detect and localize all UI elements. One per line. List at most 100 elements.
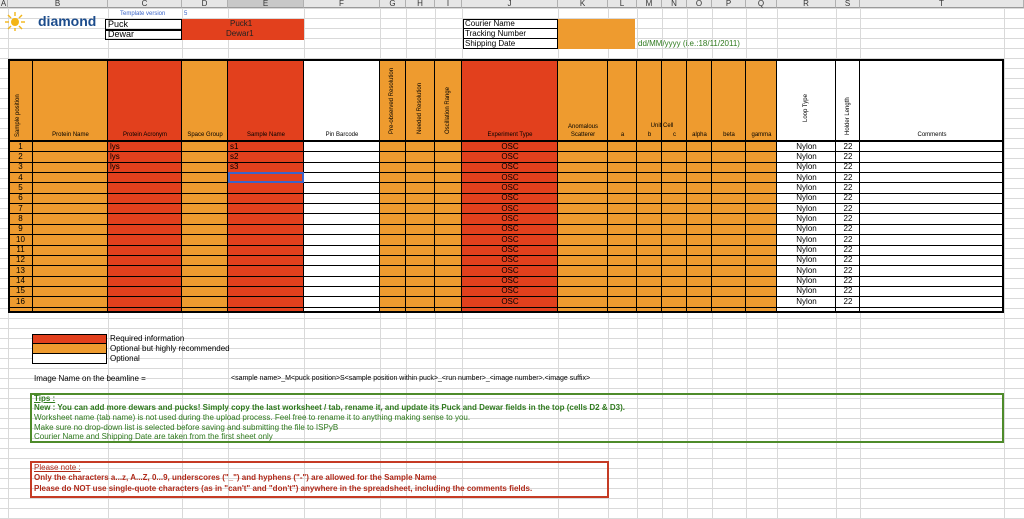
cell-protein-acronym[interactable]: lys [110, 162, 180, 171]
cell-experiment-type[interactable]: OSC [462, 276, 558, 285]
column-header-g[interactable]: G [380, 0, 406, 8]
header-gamma: gamma [751, 132, 772, 138]
cell-experiment-type[interactable]: OSC [462, 162, 558, 171]
cell-loop-type[interactable]: Nylon [777, 162, 836, 171]
cell-experiment-type[interactable]: OSC [462, 152, 558, 161]
cell-sample-position[interactable]: 1 [8, 142, 33, 151]
cell-experiment-type[interactable]: OSC [462, 224, 558, 233]
cell-holder-length[interactable]: 22 [836, 245, 860, 254]
column-header-r[interactable]: R [777, 0, 836, 8]
column-header-i[interactable]: I [435, 0, 462, 8]
cell-sample-position[interactable]: 15 [8, 286, 33, 295]
cell-sample-position[interactable]: 3 [8, 162, 33, 171]
cell-loop-type[interactable]: Nylon [777, 204, 836, 213]
cell-experiment-type[interactable]: OSC [462, 204, 558, 213]
cell-protein-acronym[interactable]: lys [110, 152, 180, 161]
header-c: c [673, 132, 676, 138]
courier-value-cell[interactable] [558, 19, 635, 49]
cell-sample-position[interactable]: 10 [8, 235, 33, 244]
cell-experiment-type[interactable]: OSC [462, 193, 558, 202]
cell-sample-name[interactable]: s3 [230, 162, 300, 171]
cell-sample-position[interactable]: 16 [8, 297, 33, 306]
logo-text: diamond [38, 13, 97, 29]
column-header-n[interactable]: N [662, 0, 687, 8]
cell-loop-type[interactable]: Nylon [777, 245, 836, 254]
cell-loop-type[interactable]: Nylon [777, 224, 836, 233]
cell-loop-type[interactable]: Nylon [777, 142, 836, 151]
cell-loop-type[interactable]: Nylon [777, 173, 836, 182]
cell-experiment-type[interactable]: OSC [462, 214, 558, 223]
cell-holder-length[interactable]: 22 [836, 276, 860, 285]
cell-sample-position[interactable]: 9 [8, 224, 33, 233]
column-header-c[interactable]: C [108, 0, 182, 8]
column-header-j[interactable]: J [462, 0, 558, 8]
cell-holder-length[interactable]: 22 [836, 183, 860, 192]
cell-loop-type[interactable]: Nylon [777, 297, 836, 306]
cell-loop-type[interactable]: Nylon [777, 235, 836, 244]
cell-sample-position[interactable]: 13 [8, 266, 33, 275]
cell-sample-position[interactable]: 5 [8, 183, 33, 192]
spreadsheet[interactable]: ABCDEFGHIJKLMNOPQRST diamond Template ve… [0, 0, 1024, 519]
cell-sample-name[interactable]: s2 [230, 152, 300, 161]
cell-sample-position[interactable]: 4 [8, 173, 33, 182]
cell-loop-type[interactable]: Nylon [777, 255, 836, 264]
cell-sample-position[interactable]: 12 [8, 255, 33, 264]
column-header-b[interactable]: B [8, 0, 108, 8]
cell-holder-length[interactable]: 22 [836, 152, 860, 161]
date-hint: dd/MM/yyyy (i.e.:18/11/2011) [638, 39, 740, 48]
cell-holder-length[interactable]: 22 [836, 173, 860, 182]
cell-sample-position[interactable]: 7 [8, 204, 33, 213]
cell-holder-length[interactable]: 22 [836, 193, 860, 202]
cell-sample-position[interactable]: 11 [8, 245, 33, 254]
cell-sample-position[interactable]: 8 [8, 214, 33, 223]
cell-sample-position[interactable]: 14 [8, 276, 33, 285]
column-header-l[interactable]: L [608, 0, 637, 8]
column-header-q[interactable]: Q [746, 0, 777, 8]
cell-loop-type[interactable]: Nylon [777, 276, 836, 285]
cell-holder-length[interactable]: 22 [836, 224, 860, 233]
cell-holder-length[interactable]: 22 [836, 142, 860, 151]
column-header-m[interactable]: M [637, 0, 662, 8]
column-header-k[interactable]: K [558, 0, 608, 8]
column-header-s[interactable]: S [836, 0, 860, 8]
cell-experiment-type[interactable]: OSC [462, 286, 558, 295]
cell-experiment-type[interactable]: OSC [462, 235, 558, 244]
cell-loop-type[interactable]: Nylon [777, 152, 836, 161]
tips-line-2: Worksheet name (tab name) is not used du… [34, 413, 471, 422]
cell-experiment-type[interactable]: OSC [462, 255, 558, 264]
cell-loop-type[interactable]: Nylon [777, 193, 836, 202]
cell-protein-acronym[interactable]: lys [110, 142, 180, 151]
column-header-o[interactable]: O [687, 0, 712, 8]
cell-holder-length[interactable]: 22 [836, 235, 860, 244]
cell-experiment-type[interactable]: OSC [462, 183, 558, 192]
column-header-a[interactable]: A [0, 0, 8, 8]
cell-holder-length[interactable]: 22 [836, 255, 860, 264]
column-header-t[interactable]: T [860, 0, 1024, 8]
cell-sample-name[interactable]: s1 [230, 142, 300, 151]
column-header-d[interactable]: D [182, 0, 228, 8]
cell-experiment-type[interactable]: OSC [462, 297, 558, 306]
cell-holder-length[interactable]: 22 [836, 297, 860, 306]
cell-holder-length[interactable]: 22 [836, 204, 860, 213]
cell-experiment-type[interactable]: OSC [462, 245, 558, 254]
cell-loop-type[interactable]: Nylon [777, 286, 836, 295]
column-header-f[interactable]: F [304, 0, 380, 8]
cell-holder-length[interactable]: 22 [836, 286, 860, 295]
cell-loop-type[interactable]: Nylon [777, 214, 836, 223]
selected-cell[interactable] [228, 172, 304, 184]
cell-experiment-type[interactable]: OSC [462, 142, 558, 151]
cell-holder-length[interactable]: 22 [836, 214, 860, 223]
diamond-sun-icon [5, 12, 25, 31]
cell-experiment-type[interactable]: OSC [462, 266, 558, 275]
cell-experiment-type[interactable]: OSC [462, 173, 558, 182]
cell-holder-length[interactable]: 22 [836, 162, 860, 171]
cell-loop-type[interactable]: Nylon [777, 183, 836, 192]
column-header-h[interactable]: H [406, 0, 435, 8]
column-header-e[interactable]: E [228, 0, 304, 8]
cell-holder-length[interactable]: 22 [836, 266, 860, 275]
cell-sample-position[interactable]: 2 [8, 152, 33, 161]
cell-sample-position[interactable]: 6 [8, 193, 33, 202]
column-header-p[interactable]: P [712, 0, 746, 8]
cell-loop-type[interactable]: Nylon [777, 266, 836, 275]
dewar-value: Dewar1 [226, 29, 254, 38]
